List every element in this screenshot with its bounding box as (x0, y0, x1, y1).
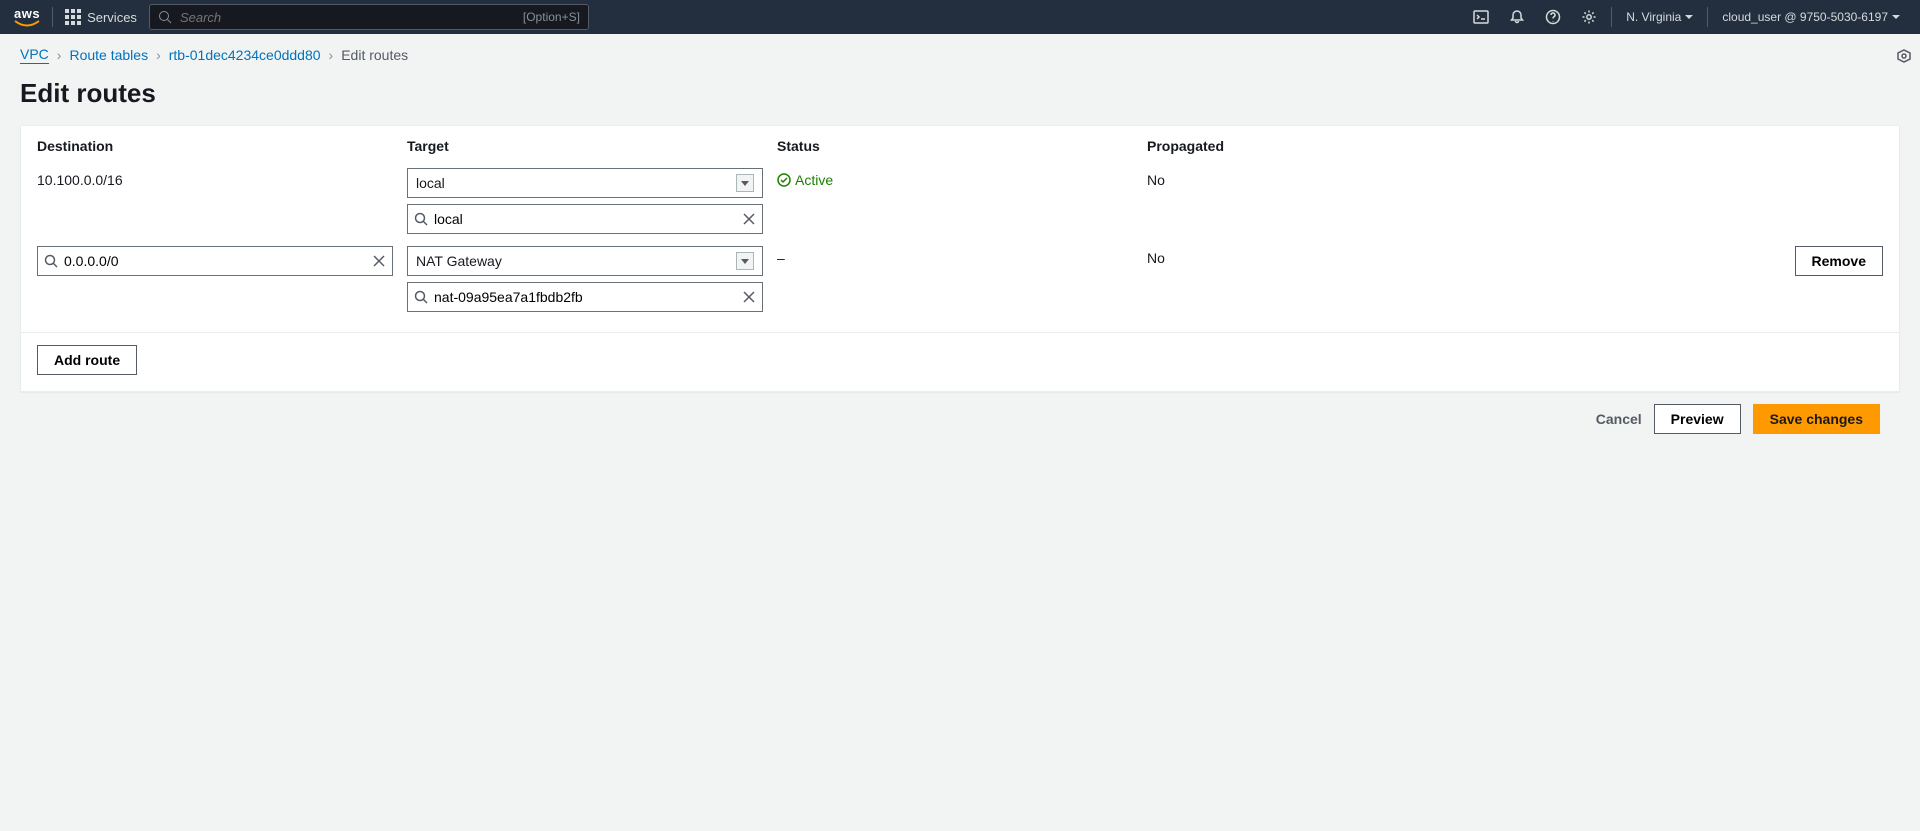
col-destination: Destination (37, 138, 407, 162)
triangle-down-icon (741, 181, 749, 186)
chevron-right-icon: › (156, 47, 161, 63)
status-label: Active (795, 172, 833, 188)
breadcrumb: VPC › Route tables › rtb-01dec4234ce0ddd… (0, 34, 1920, 72)
caret-down-icon (1892, 15, 1900, 19)
region-selector[interactable]: N. Virginia (1620, 10, 1699, 24)
target-search-input[interactable] (434, 211, 736, 227)
dropdown-toggle[interactable] (736, 174, 754, 192)
cloudshell-icon[interactable] (1467, 3, 1495, 31)
services-label: Services (87, 10, 137, 25)
status-cell: Active (777, 162, 1147, 240)
account-label: cloud_user @ 9750-5030-6197 (1722, 10, 1888, 24)
region-label: N. Virginia (1626, 10, 1681, 24)
actions-cell (1517, 162, 1883, 240)
search-shortcut: [Option+S] (523, 10, 580, 24)
chevron-right-icon: › (329, 47, 334, 63)
grid-icon (65, 9, 81, 25)
destination-input[interactable] (64, 253, 366, 269)
col-status: Status (777, 138, 1147, 162)
target-search[interactable] (407, 204, 763, 234)
breadcrumb-current: Edit routes (341, 47, 408, 63)
target-search-input[interactable] (434, 289, 736, 305)
account-selector[interactable]: cloud_user @ 9750-5030-6197 (1716, 10, 1906, 24)
col-target: Target (407, 138, 777, 162)
help-icon[interactable] (1539, 3, 1567, 31)
table-row (37, 240, 407, 318)
caret-down-icon (1685, 15, 1693, 19)
breadcrumb-vpc[interactable]: VPC (20, 46, 49, 64)
top-nav: aws Services [Option+S] N. Virginia (0, 0, 1920, 34)
status-cell: – (777, 240, 1147, 318)
cancel-button[interactable]: Cancel (1596, 404, 1642, 434)
col-actions (1517, 138, 1883, 162)
propagated-value: No (1147, 168, 1165, 188)
target-cell: local (407, 162, 777, 240)
save-button[interactable]: Save changes (1753, 404, 1880, 434)
routes-panel: Destination Target Status Propagated 10.… (20, 125, 1900, 392)
breadcrumb-route-tables[interactable]: Route tables (69, 47, 148, 63)
col-propagated: Propagated (1147, 138, 1517, 162)
search-icon (414, 212, 428, 226)
aws-logo[interactable]: aws (14, 7, 40, 28)
form-actions: Cancel Preview Save changes (20, 392, 1900, 446)
propagated-cell: No (1147, 240, 1517, 318)
search-input[interactable] (180, 10, 515, 25)
page-title: Edit routes (0, 72, 1920, 125)
status-active: Active (777, 168, 833, 188)
settings-icon[interactable] (1575, 3, 1603, 31)
table-row: 10.100.0.0/16 (37, 162, 407, 240)
global-search[interactable]: [Option+S] (149, 4, 589, 30)
notifications-icon[interactable] (1503, 3, 1531, 31)
nav-divider (52, 7, 53, 27)
breadcrumb-rtb-id[interactable]: rtb-01dec4234ce0ddd80 (169, 47, 321, 63)
nav-divider (1611, 7, 1612, 27)
clear-icon[interactable] (742, 212, 756, 226)
target-select[interactable]: local (407, 168, 763, 198)
remove-button[interactable]: Remove (1795, 246, 1883, 276)
divider (21, 332, 1899, 333)
target-cell: NAT Gateway (407, 240, 777, 318)
clear-icon[interactable] (372, 254, 386, 268)
target-select-value: local (416, 175, 445, 191)
target-select[interactable]: NAT Gateway (407, 246, 763, 276)
preview-button[interactable]: Preview (1654, 404, 1741, 434)
search-icon (158, 10, 172, 24)
search-icon (44, 254, 58, 268)
check-circle-icon (777, 173, 791, 187)
target-select-value: NAT Gateway (416, 253, 502, 269)
destination-input-box[interactable] (37, 246, 393, 276)
search-icon (414, 290, 428, 304)
add-route-button[interactable]: Add route (37, 345, 137, 375)
dropdown-toggle[interactable] (736, 252, 754, 270)
clear-icon[interactable] (742, 290, 756, 304)
propagated-value: No (1147, 246, 1165, 266)
services-button[interactable]: Services (65, 9, 137, 25)
actions-cell: Remove (1517, 240, 1883, 318)
propagated-cell: No (1147, 162, 1517, 240)
triangle-down-icon (741, 259, 749, 264)
status-value: – (777, 246, 785, 266)
side-panel-toggle[interactable] (1888, 40, 1920, 72)
chevron-right-icon: › (57, 47, 62, 63)
destination-value: 10.100.0.0/16 (37, 168, 123, 188)
nav-divider (1707, 7, 1708, 27)
target-search[interactable] (407, 282, 763, 312)
